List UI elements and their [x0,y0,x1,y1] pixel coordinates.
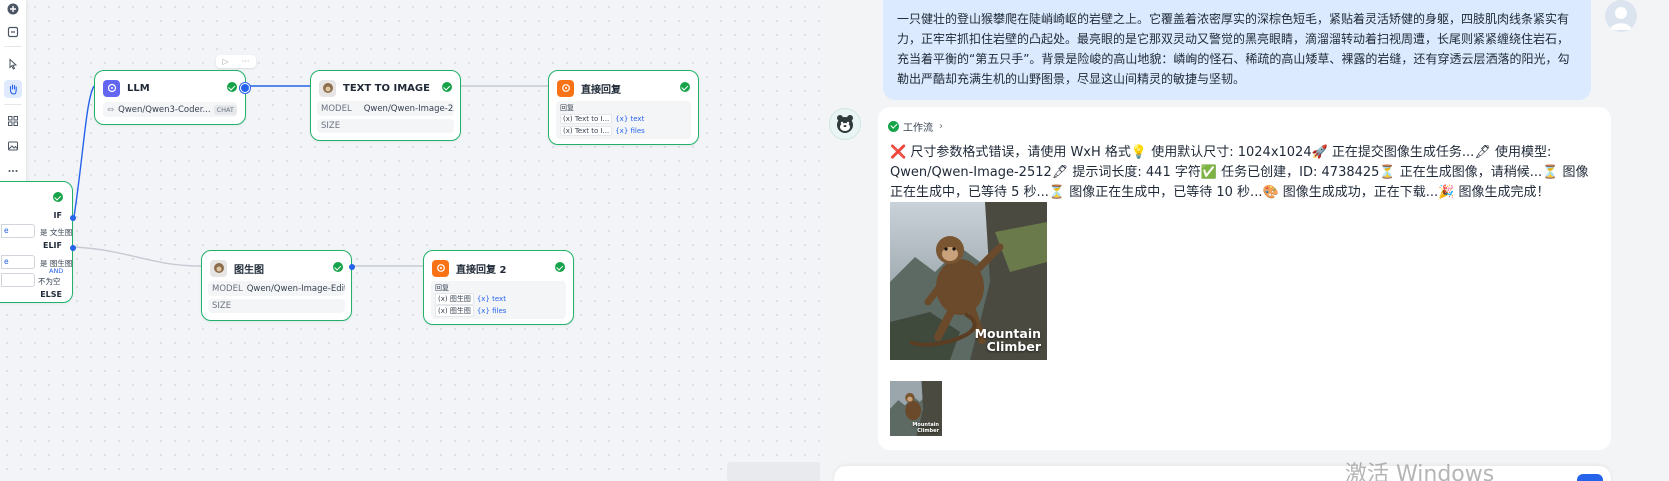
node-title: 直接回复 [581,84,621,96]
size-field[interactable]: SIZE [317,119,454,133]
node-actions[interactable]: ▷ ··· [216,55,256,68]
model-field[interactable]: MODEL Qwen/Qwen-Image-Edit-... [208,281,345,296]
node-title: 直接回复 2 [456,264,507,276]
reply-icon [557,79,574,97]
check-circle-icon [680,82,690,92]
model-name: Qwen/Qwen3-Coder... [118,104,211,115]
image-caption: Mountain Climber [912,422,939,434]
var-link: {x} text [615,115,645,123]
user-message: 一只健壮的登山猴攀爬在陡峭崎岖的岩壁之上。它覆盖着浓密厚实的深棕色短毛，紧贴着灵… [883,0,1591,100]
field-label: SIZE [212,301,232,311]
node-text-to-image[interactable]: TEXT TO IMAGE MODEL Qwen/Qwen-Image-2512… [310,70,461,141]
var-chip: (x) Text to I... [560,114,613,124]
add-icon[interactable] [4,0,22,18]
check-circle-icon [555,262,565,272]
generated-image[interactable]: Mountain Climber [890,202,1047,360]
pointer-icon[interactable] [4,55,22,73]
check-circle-icon [333,262,343,272]
image-icon[interactable] [4,137,22,155]
var-link: {x} files [615,127,645,135]
condition-input[interactable] [1,273,35,287]
node-title: TEXT TO IMAGE [343,82,430,94]
chat-panel: 一只健壮的登山猴攀爬在陡峭崎岖的岩壁之上。它覆盖着浓密厚实的深棕色短毛，紧贴着灵… [820,0,1669,481]
user-avatar-icon[interactable] [1605,0,1637,32]
not-empty-label: 不为空 [38,277,61,286]
var-chip: (x) 图生图 [435,293,474,305]
model-field[interactable]: ⇔ Qwen/Qwen3-Coder... CHAT [103,102,237,117]
check-circle-icon [888,120,899,132]
more-icon[interactable]: ··· [242,57,250,66]
field-label: MODEL [321,103,352,114]
if-label: IF [53,211,62,220]
reply-content[interactable]: 回复 (x) Text to I... {x} text (x) Text to … [556,101,691,139]
else-label: ELSE [40,290,62,299]
node-direct-reply-1[interactable]: 直接回复 回复 (x) Text to I... {x} text (x) Tex… [548,70,699,145]
model-tag: CHAT [213,104,237,115]
output-port[interactable] [240,83,250,93]
section-label: 回复 [560,104,574,112]
model-name: Qwen/Qwen-Image-Edit-... [246,283,345,294]
workflow-canvas[interactable]: ▷ ··· LLM ⇔ Qwen/Qwen3-Coder... CHAT TEXT… [0,0,820,481]
workflow-toggle[interactable]: 工作流 › [888,117,943,135]
var-link: {x} files [476,307,507,315]
organize-icon[interactable] [4,112,22,130]
edge-condition-to-i2i [73,246,202,267]
var-chip: (x) 图生图 [435,305,474,317]
model-name: Qwen/Qwen-Image-2512 [363,103,454,114]
elif-port[interactable] [70,245,76,251]
node-title: LLM [127,82,150,94]
edge-condition-to-llm [73,85,95,218]
workflow-label: 工作流 [903,122,933,134]
field-label: SIZE [321,121,341,131]
section-label: 回复 [435,284,449,292]
note-icon[interactable] [4,23,22,41]
and-label[interactable]: AND [49,267,63,275]
activation-watermark: 激活 Windows [1345,462,1495,481]
canvas-toolbar [0,0,26,197]
node-direct-reply-2[interactable]: 直接回复 2 回复 (x) 图生图 {x} text (x) 图生图 {x} fil… [423,250,574,325]
send-button[interactable] [1577,474,1603,481]
bot-message: ❌ 尺寸参数格式错误，请使用 WxH 格式💡 使用默认尺寸: 1024x1024… [890,145,1589,200]
node-condition[interactable]: IF e 是 文生图 ELIF e 是 图生图 AND 不为空 ELSE [0,181,76,303]
elif-label: ELIF [42,241,62,250]
condition-input[interactable]: e [1,255,35,269]
condition-op: 是 文生图 [40,228,73,237]
image-gen-icon [319,79,336,97]
output-port[interactable] [349,264,355,270]
minimap[interactable] [727,462,820,481]
field-label: MODEL [212,283,243,294]
var-chip: (x) Text to I... [560,126,613,136]
check-circle-icon [53,192,63,202]
hand-icon[interactable] [4,80,22,98]
node-image-to-image[interactable]: 图生图 MODEL Qwen/Qwen-Image-Edit-... SIZE [201,250,355,321]
model-field[interactable]: MODEL Qwen/Qwen-Image-2512 [317,101,454,116]
image-gen-icon [210,259,227,277]
bot-avatar-icon [829,108,861,140]
size-field[interactable]: SIZE [208,299,345,313]
node-llm[interactable]: LLM ⇔ Qwen/Qwen3-Coder... CHAT [94,70,250,125]
chevron-right-icon: › [939,120,943,132]
reply-content[interactable]: 回复 (x) 图生图 {x} text (x) 图生图 {x} files [431,281,566,319]
check-circle-icon [442,82,452,92]
var-link: {x} text [476,295,506,303]
if-port[interactable] [70,215,76,221]
llm-icon [103,79,120,97]
image-thumbnail[interactable]: Mountain Climber [890,381,942,436]
node-title: 图生图 [234,264,264,276]
run-icon[interactable]: ▷ [223,57,229,66]
image-caption: Mountain Climber [974,325,1041,355]
reply-icon [432,259,449,277]
check-circle-icon [227,82,237,92]
link-icon: ⇔ [107,104,115,115]
chat-input[interactable] [834,466,1611,481]
more-icon[interactable] [4,162,22,180]
condition-input[interactable]: e [1,224,35,238]
bot-message-card: 工作流 › ❌ 尺寸参数格式错误，请使用 WxH 格式💡 使用默认尺寸: 102… [878,107,1611,450]
